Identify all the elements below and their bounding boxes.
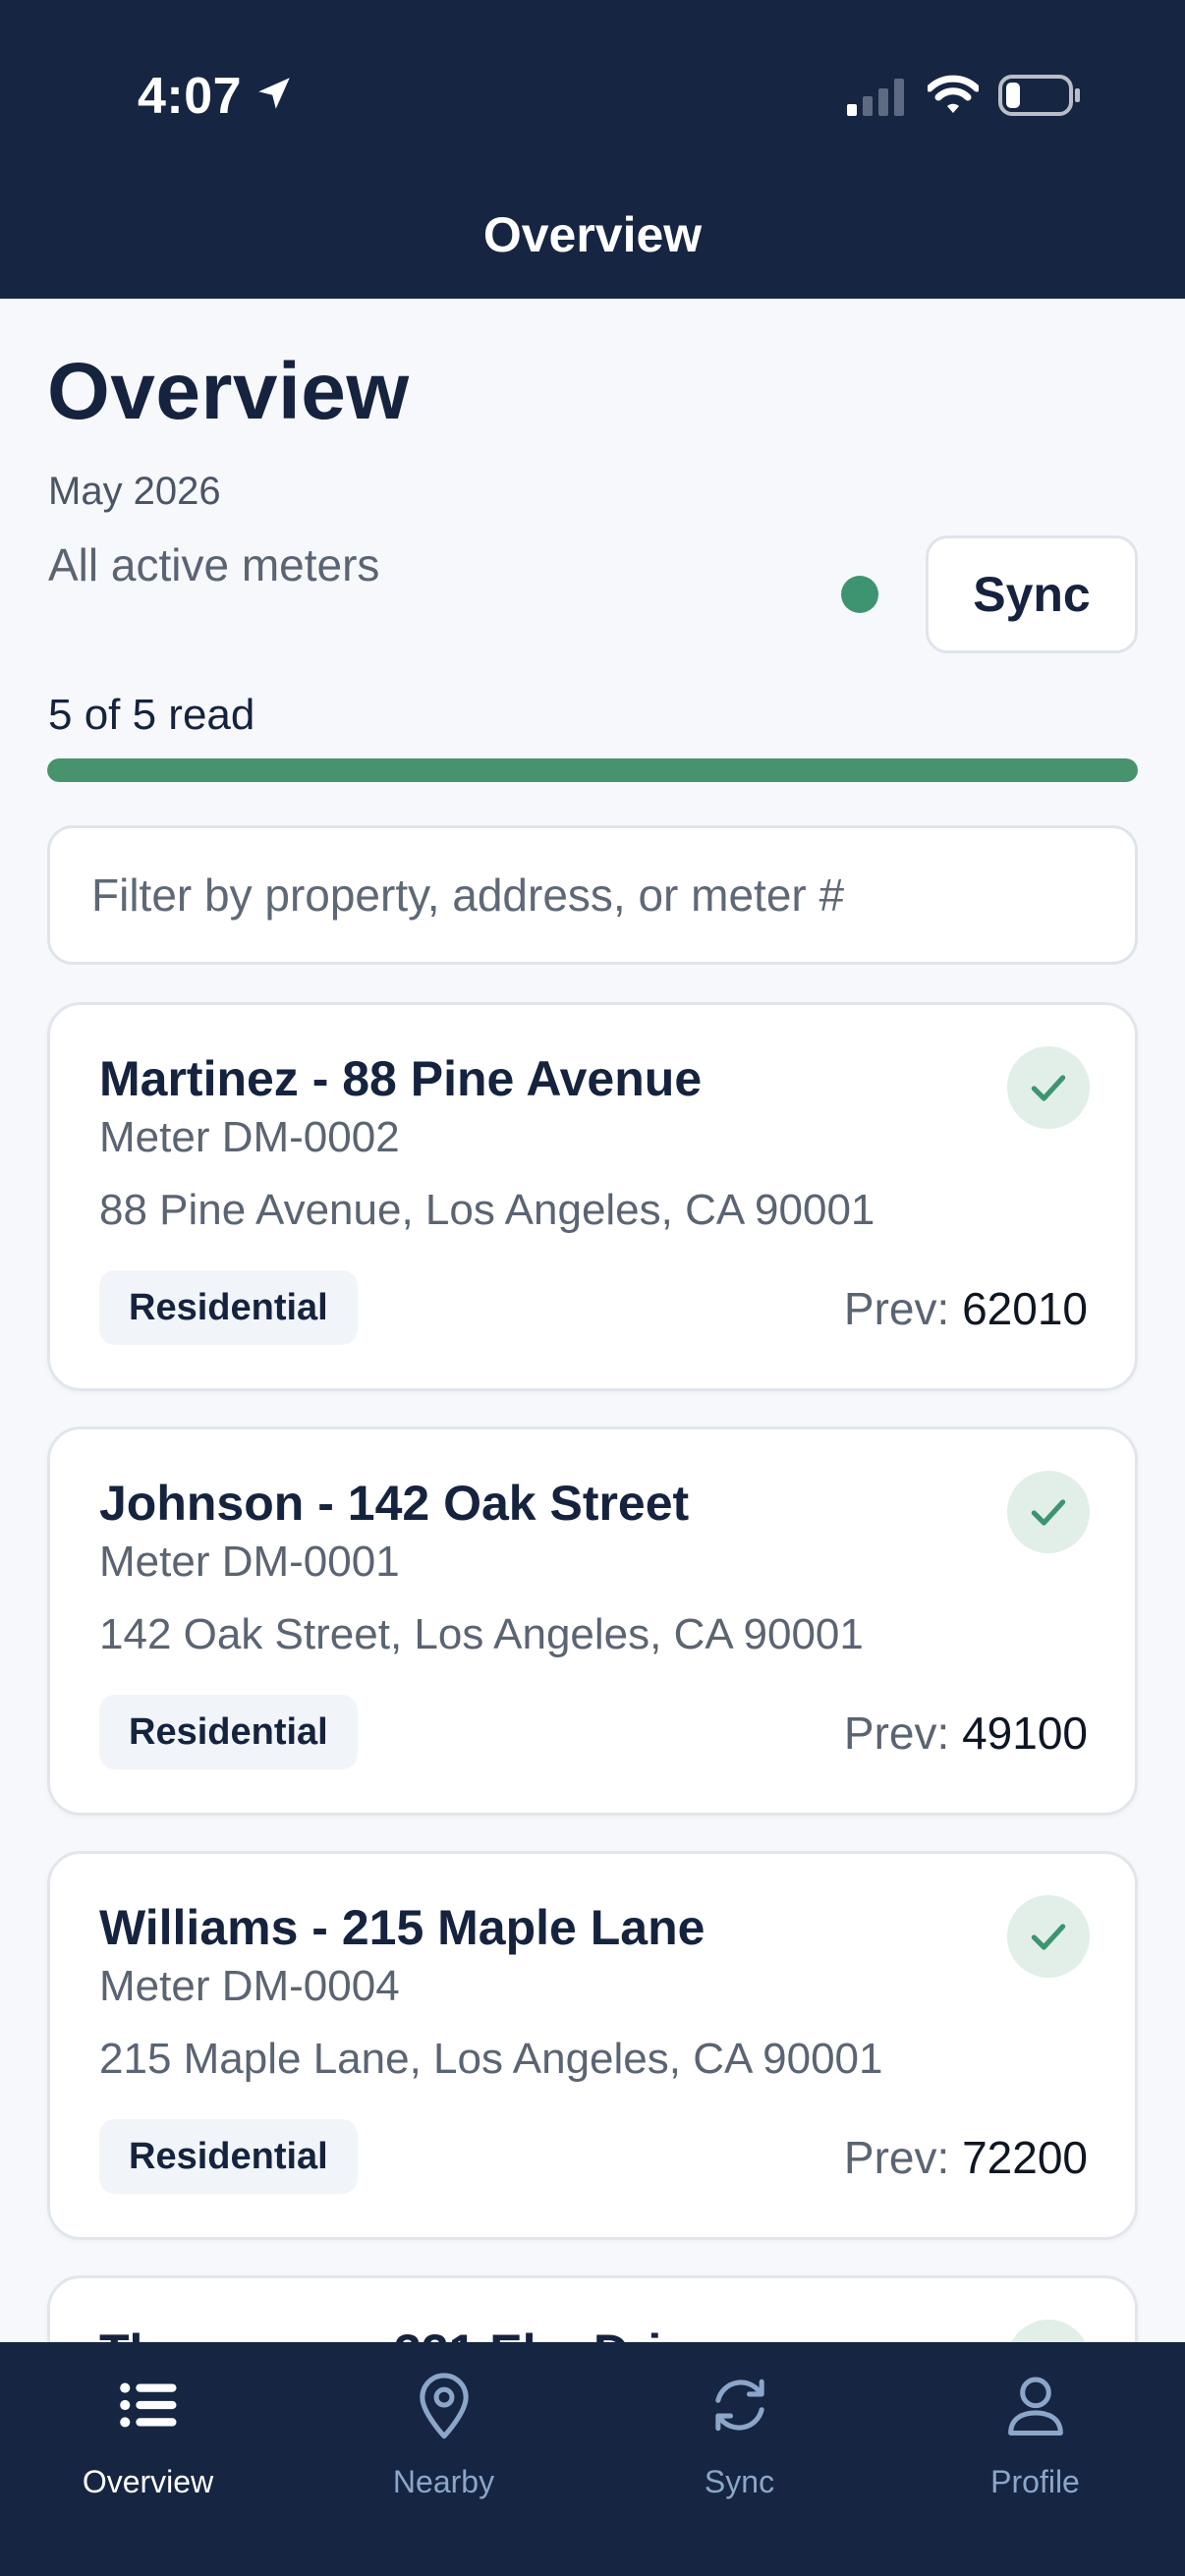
- check-icon: [1031, 1075, 1066, 1101]
- read-status-badge: [1007, 1046, 1090, 1129]
- nav-title: Overview: [482, 207, 703, 262]
- property-type-badge: Residential: [99, 1695, 358, 1769]
- list-icon: [119, 2382, 176, 2428]
- sync-button[interactable]: Sync: [926, 535, 1138, 653]
- user-icon: [1007, 2377, 1063, 2436]
- check-icon: [1031, 1924, 1066, 1950]
- meter-card[interactable]: Martinez - 88 Pine Avenue Meter DM-0002 …: [47, 1002, 1138, 1391]
- meter-list: 4:07 Overview Overview May 2026 All acti…: [0, 0, 1185, 2342]
- property-type-badge: Residential: [99, 1270, 358, 1345]
- card-address: 142 Oak Street, Los Angeles, CA 90001: [99, 1610, 864, 1658]
- card-title: Martinez - 88 Pine Avenue: [99, 1051, 703, 1106]
- read-status-badge: [1007, 2320, 1090, 2342]
- map-pin-icon: [419, 2373, 469, 2439]
- previous-reading-label: Prev:: [843, 2132, 950, 2183]
- progress-label: 5 of 5 read: [48, 691, 255, 739]
- previous-reading-value: 72200: [962, 2132, 1088, 2183]
- progress-bar: [47, 758, 1138, 782]
- card-title: Johnson - 142 Oak Street: [99, 1476, 690, 1531]
- tab-label: Nearby: [392, 2464, 495, 2499]
- tab-overview[interactable]: Overview: [0, 2364, 296, 2541]
- status-bar: 4:07: [0, 0, 1185, 187]
- previous-reading-label: Prev:: [843, 1283, 950, 1334]
- previous-reading: Prev: 62010: [844, 1282, 1088, 1335]
- wifi-icon: [928, 75, 979, 113]
- card-meter-id: Meter DM-0004: [99, 1962, 400, 2010]
- meter-card[interactable]: Johnson - 142 Oak Street Meter DM-0001 1…: [47, 1427, 1138, 1816]
- status-time: 4:07: [138, 68, 243, 125]
- meter-card[interactable]: Thompson - 321 Elm Drive: [47, 2275, 1138, 2342]
- previous-reading: Prev: 72200: [844, 2131, 1088, 2184]
- navigation-bar: Overview: [0, 187, 1185, 299]
- previous-reading-value: 62010: [962, 1283, 1088, 1334]
- meter-card[interactable]: Williams - 215 Maple Lane Meter DM-0004 …: [47, 1851, 1138, 2240]
- tab-bar: Overview Nearby Sync Profile: [0, 2342, 1185, 2576]
- scope-label: All active meters: [48, 539, 380, 590]
- card-title: Thompson - 321 Elm Drive: [99, 2324, 716, 2342]
- card-address: 88 Pine Avenue, Los Angeles, CA 90001: [99, 1186, 875, 1234]
- property-type-badge: Residential: [99, 2119, 358, 2194]
- cellular-signal-icon: [847, 79, 904, 116]
- card-meter-id: Meter DM-0002: [99, 1113, 400, 1161]
- tab-profile[interactable]: Profile: [887, 2364, 1183, 2541]
- battery-icon: [998, 75, 1080, 116]
- tab-label: Sync: [704, 2464, 775, 2499]
- tab-label: Profile: [990, 2464, 1080, 2499]
- read-status-badge: [1007, 1895, 1090, 1978]
- refresh-icon: [714, 2379, 764, 2432]
- previous-reading: Prev: 49100: [844, 1707, 1088, 1760]
- card-title: Williams - 215 Maple Lane: [99, 1900, 705, 1955]
- progress-fill: [47, 758, 1138, 782]
- filter-input[interactable]: [47, 825, 1138, 965]
- sync-status-dot: [841, 576, 878, 613]
- location-arrow-icon: [258, 78, 290, 109]
- check-icon: [1031, 1499, 1066, 1526]
- page-title: Overview: [47, 347, 410, 436]
- tab-sync[interactable]: Sync: [592, 2364, 887, 2541]
- period-label: May 2026: [48, 470, 221, 513]
- previous-reading-value: 49100: [962, 1708, 1088, 1759]
- card-meter-id: Meter DM-0001: [99, 1538, 400, 1586]
- card-address: 215 Maple Lane, Los Angeles, CA 90001: [99, 2035, 883, 2083]
- read-status-badge: [1007, 1471, 1090, 1553]
- tab-label: Overview: [82, 2464, 214, 2499]
- tab-nearby[interactable]: Nearby: [296, 2364, 592, 2541]
- previous-reading-label: Prev:: [843, 1708, 950, 1759]
